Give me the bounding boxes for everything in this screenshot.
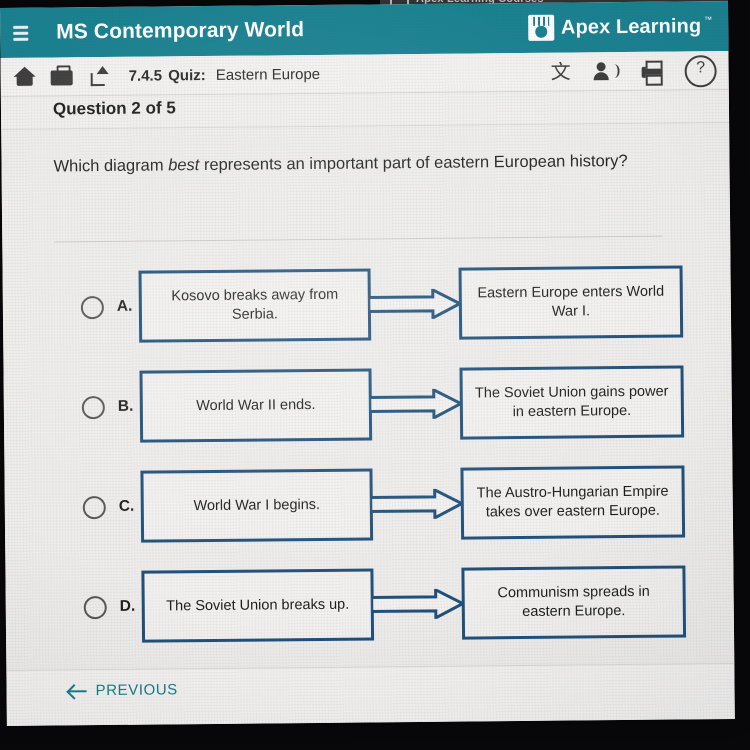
brand-trademark: ™: [704, 15, 713, 25]
answer-options-list: A. Kosovo breaks away from Serbia. Easte…: [2, 251, 734, 658]
briefcase-icon[interactable]: [49, 63, 77, 89]
diagram-a-arrow-icon: [368, 288, 462, 320]
question-stem-part2: represents an important part of eastern …: [199, 151, 628, 175]
diagram-a: Kosovo breaks away from Serbia. Eastern …: [138, 251, 731, 357]
bottom-navigation-bar: PREVIOUS: [6, 662, 735, 726]
apex-lightbulb-logo-icon: [527, 14, 555, 41]
answer-option-a[interactable]: A. Kosovo breaks away from Serbia. Easte…: [2, 251, 731, 358]
diagram-c-effect-box: The Austro-Hungarian Empire takes over e…: [460, 465, 686, 540]
diagram-b-effect-box: The Soviet Union gains power in eastern …: [459, 365, 685, 440]
sound-wave-icon: [608, 64, 620, 79]
apex-learning-brand: Apex Learning ™: [527, 13, 713, 41]
app-header: MS Contemporary World Apex Learning ™: [0, 1, 729, 58]
breadcrumb-activity-type: Quiz:: [168, 66, 206, 84]
breadcrumb-lesson-number: 7.4.5: [128, 66, 163, 85]
diagram-c-arrow-icon: [370, 488, 463, 520]
diagram-b-cause-box: World War II ends.: [139, 368, 373, 443]
question-body: Which diagram best represents an importa…: [1, 123, 735, 671]
home-icon[interactable]: [11, 64, 39, 90]
printer-paper-icon: [645, 74, 663, 86]
diagram-c: World War I begins. The Austro-Hungarian…: [140, 451, 733, 557]
help-glyph: ?: [696, 59, 706, 77]
option-letter-b: B.: [117, 397, 134, 415]
breadcrumb-activity-name: Eastern Europe: [215, 65, 321, 84]
answer-option-c[interactable]: C. World War I begins. The Austro-Hungar…: [4, 451, 733, 558]
previous-button[interactable]: PREVIOUS: [68, 681, 177, 699]
radio-button-b[interactable]: [81, 395, 105, 419]
stem-divider: [54, 235, 663, 243]
option-letter-c: C.: [118, 497, 135, 515]
radio-button-a[interactable]: [80, 295, 104, 319]
question-stem-emphasis: best: [168, 156, 200, 175]
answer-option-d[interactable]: D. The Soviet Union breaks up. Communism…: [5, 551, 734, 658]
question-stem: Which diagram best represents an importa…: [53, 146, 628, 182]
diagram-b-arrow-icon: [369, 388, 462, 420]
radio-button-d[interactable]: [83, 595, 107, 619]
toolbar-actions: 文A ?: [546, 55, 717, 110]
left-arrow-icon: [68, 683, 86, 699]
diagram-b: World War II ends. The Soviet Union gain…: [139, 351, 732, 457]
question-counter: Question 2 of 5: [52, 98, 176, 119]
help-icon[interactable]: ?: [684, 55, 717, 88]
question-stem-part1: Which diagram: [53, 156, 169, 176]
photo-background: Apex Learning Courses MS Contemporary Wo…: [0, 0, 750, 750]
course-title: MS Contemporary World: [56, 18, 305, 44]
previous-button-label: PREVIOUS: [95, 681, 178, 700]
diagram-d-cause-box: The Soviet Union breaks up.: [141, 568, 375, 643]
answer-option-b[interactable]: B. World War II ends. The Soviet Union g…: [3, 351, 732, 458]
diagram-a-effect-box: Eastern Europe enters World War I.: [458, 265, 684, 340]
print-icon[interactable]: [639, 58, 667, 86]
hamburger-menu-icon[interactable]: [8, 22, 34, 44]
diagram-a-cause-box: Kosovo breaks away from Serbia.: [138, 268, 372, 343]
read-aloud-icon[interactable]: [593, 58, 621, 86]
option-letter-d: D.: [119, 597, 136, 615]
tablet-screen: MS Contemporary World Apex Learning ™ 7.…: [0, 1, 735, 726]
translate-icon[interactable]: 文A: [547, 58, 575, 110]
diagram-d: The Soviet Union breaks up. Communism sp…: [141, 551, 734, 657]
radio-button-c[interactable]: [82, 495, 106, 519]
level-up-arrow-icon[interactable]: [87, 63, 115, 89]
breadcrumb: 7.4.5 Quiz: Eastern Europe: [129, 65, 321, 84]
diagram-d-effect-box: Communism spreads in eastern Europe.: [461, 565, 687, 640]
brand-name: Apex Learning: [560, 14, 702, 39]
translate-glyph: 文: [550, 61, 571, 84]
diagram-d-arrow-icon: [371, 588, 464, 620]
option-letter-a: A.: [116, 297, 133, 315]
diagram-c-cause-box: World War I begins.: [140, 468, 374, 543]
